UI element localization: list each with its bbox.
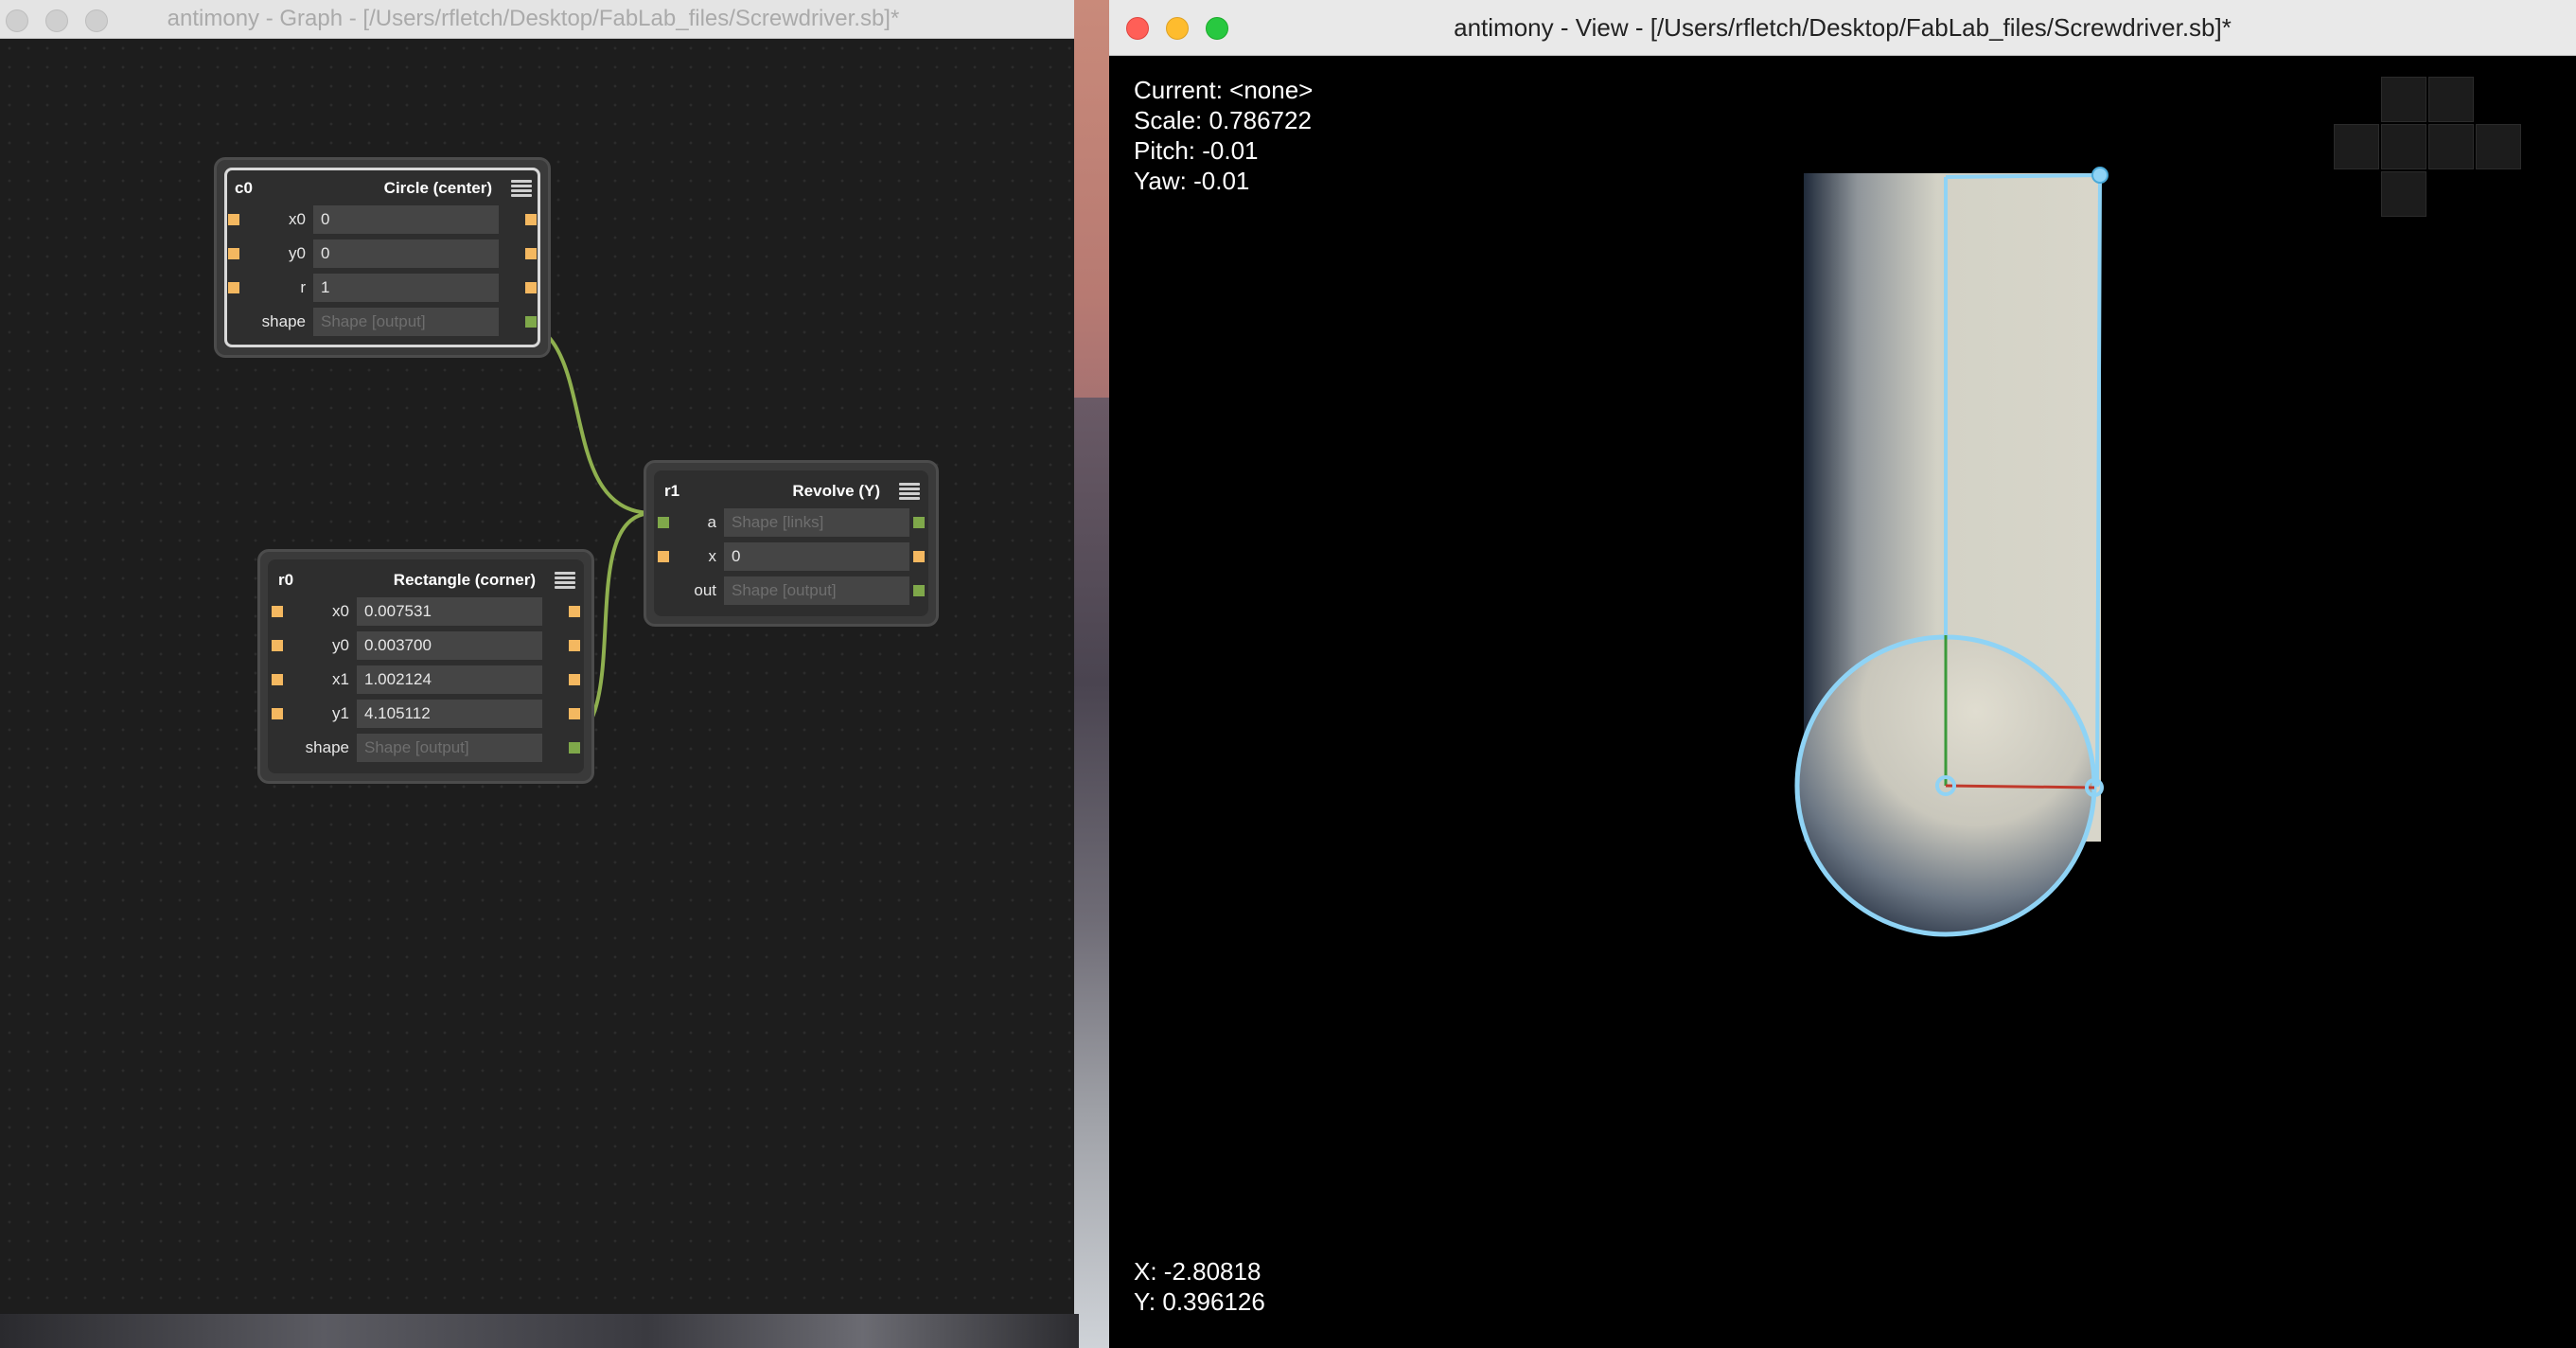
input-port[interactable] (272, 606, 283, 617)
cursor-coordinates: X: -2.80818 Y: 0.396126 (1134, 1256, 1265, 1317)
menu-icon[interactable] (899, 483, 920, 500)
datum-field: Shape [links] (724, 508, 909, 537)
menu-icon[interactable] (555, 572, 575, 589)
input-port[interactable] (658, 551, 669, 562)
datum-label: x0 (332, 602, 349, 620)
node-header[interactable]: c0 Circle (center) (227, 174, 538, 203)
datum-field[interactable]: 4.105112 (357, 700, 542, 728)
datum-field[interactable]: 0.007531 (357, 597, 542, 626)
node-r0[interactable]: r0 Rectangle (corner) x0 0.007531 y0 0.0… (257, 549, 594, 784)
node-type: Rectangle (corner) (393, 571, 536, 589)
corner-handle[interactable] (2091, 167, 2108, 184)
minimize-button[interactable] (1166, 17, 1189, 40)
view-window-traffic-lights (1126, 17, 1228, 40)
shape-output-port[interactable] (913, 517, 925, 528)
node-name: r1 (664, 482, 680, 500)
datum-row-x0: x0 0 (227, 203, 538, 237)
view-window: antimony - View - [/Users/rfletch/Deskto… (1109, 0, 2576, 1348)
datum-label: shape (261, 312, 306, 330)
output-port[interactable] (569, 640, 580, 651)
datum-field[interactable]: 0.003700 (357, 631, 542, 660)
datum-field: Shape [output] (357, 734, 542, 762)
zoom-button[interactable] (85, 9, 108, 32)
datum-label: a (707, 513, 716, 531)
graph-window-traffic-lights (6, 9, 108, 32)
datum-label: y0 (332, 636, 349, 654)
3d-viewport[interactable]: Current: <none> Scale: 0.786722 Pitch: -… (1109, 56, 2576, 1348)
datum-row-y0: y0 0.003700 (271, 629, 581, 663)
datum-row-a: a Shape [links] (657, 506, 926, 540)
datum-row-x0: x0 0.007531 (271, 594, 581, 629)
output-port[interactable] (913, 551, 925, 562)
output-port[interactable] (525, 248, 537, 259)
node-header[interactable]: r1 Revolve (Y) (657, 477, 926, 506)
datum-label: x1 (332, 670, 349, 688)
datum-row-y1: y1 4.105112 (271, 697, 581, 731)
input-port[interactable] (272, 640, 283, 651)
node-r1[interactable]: r1 Revolve (Y) a Shape [links] x 0 out S… (644, 460, 939, 627)
datum-row-x: x 0 (657, 540, 926, 574)
output-port[interactable] (525, 282, 537, 293)
datum-label: x0 (289, 210, 306, 228)
datum-row-r: r 1 (227, 271, 538, 305)
node-name: r0 (278, 571, 294, 589)
input-port[interactable] (228, 248, 239, 259)
view-window-titlebar[interactable]: antimony - View - [/Users/rfletch/Deskto… (1109, 0, 2576, 56)
close-button[interactable] (1126, 17, 1149, 40)
output-port[interactable] (569, 708, 580, 719)
node-name: c0 (235, 179, 253, 197)
datum-row-x1: x1 1.002124 (271, 663, 581, 697)
graph-window-title: antimony - Graph - [/Users/rfletch/Deskt… (167, 6, 900, 31)
datum-field[interactable]: 0 (313, 239, 499, 268)
datum-field: Shape [output] (313, 308, 499, 336)
cursor-x-label: X: -2.80818 (1134, 1257, 1262, 1286)
input-port[interactable] (228, 282, 239, 293)
menu-icon[interactable] (511, 180, 532, 197)
datum-row-y0: y0 0 (227, 237, 538, 271)
node-type: Revolve (Y) (792, 482, 880, 500)
shape-input-port[interactable] (658, 517, 669, 528)
input-port[interactable] (228, 214, 239, 225)
node-header[interactable]: r0 Rectangle (corner) (271, 566, 581, 594)
minimize-button[interactable] (45, 9, 68, 32)
graph-window: antimony - Graph - [/Users/rfletch/Deskt… (0, 0, 1074, 1314)
input-port[interactable] (272, 708, 283, 719)
shape-output-port[interactable] (569, 742, 580, 754)
output-port[interactable] (525, 214, 537, 225)
rendered-shape[interactable] (1109, 56, 2576, 1348)
datum-row-out: out Shape [output] (657, 574, 926, 608)
datum-label: r (300, 278, 306, 296)
datum-label: shape (305, 738, 349, 756)
datum-label: y1 (332, 704, 349, 722)
output-port[interactable] (569, 674, 580, 685)
node-c0[interactable]: c0 Circle (center) x0 0 y0 0 r 1 shape S… (214, 157, 551, 358)
datum-field[interactable]: 0 (313, 205, 499, 234)
datum-field[interactable]: 0 (724, 542, 909, 571)
desktop-background-strip (0, 1314, 1079, 1348)
datum-label: x (708, 547, 717, 565)
input-port[interactable] (272, 674, 283, 685)
close-button[interactable] (6, 9, 28, 32)
datum-field: Shape [output] (724, 576, 909, 605)
datum-row-shape: shape Shape [output] (271, 731, 581, 765)
zoom-button[interactable] (1206, 17, 1228, 40)
x-axis-line (1945, 784, 2095, 789)
datum-field[interactable]: 1 (313, 274, 499, 302)
graph-window-titlebar[interactable]: antimony - Graph - [/Users/rfletch/Deskt… (0, 0, 1074, 39)
datum-field[interactable]: 1.002124 (357, 665, 542, 694)
datum-label: y0 (289, 244, 306, 262)
shape-output-port[interactable] (525, 316, 537, 328)
cursor-y-label: Y: 0.396126 (1134, 1287, 1265, 1316)
node-type: Circle (center) (383, 179, 492, 197)
datum-label: out (694, 581, 716, 599)
datum-row-shape: shape Shape [output] (227, 305, 538, 339)
output-port[interactable] (569, 606, 580, 617)
view-window-title: antimony - View - [/Users/rfletch/Deskto… (1454, 12, 2232, 42)
shape-output-port[interactable] (913, 585, 925, 596)
